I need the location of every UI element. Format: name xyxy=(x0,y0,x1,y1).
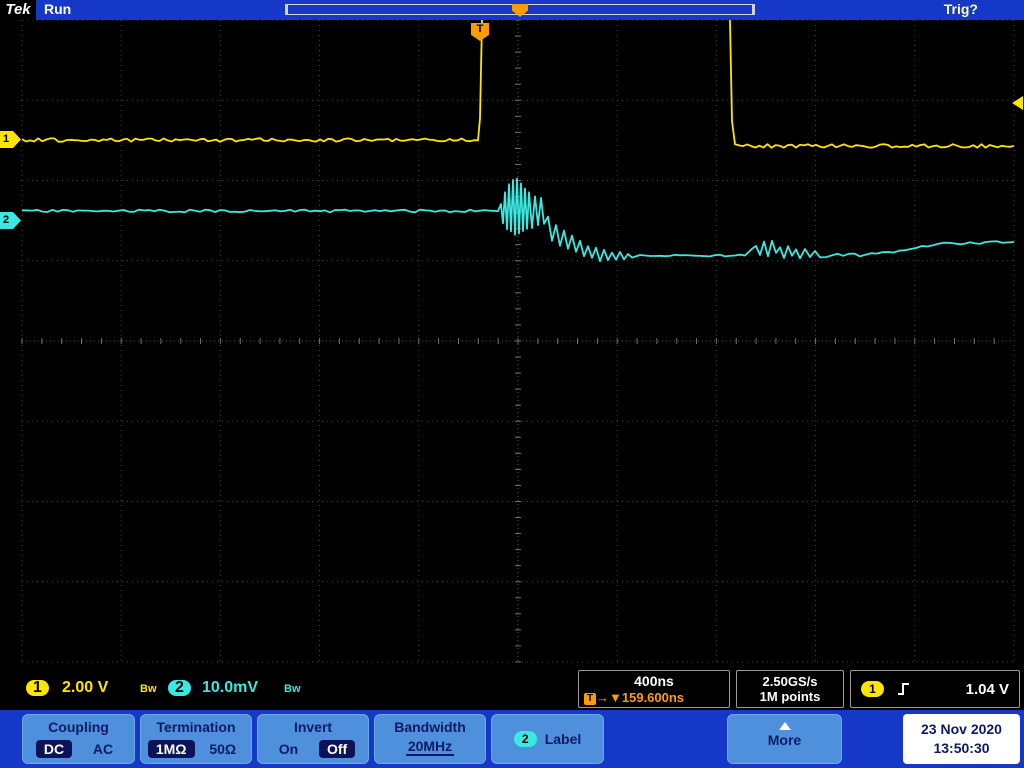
label-channel-badge: 2 xyxy=(513,731,537,747)
date-text: 23 Nov 2020 xyxy=(921,721,1002,737)
trigger-level-arrow-icon xyxy=(1012,96,1023,110)
record-length: 1M points xyxy=(759,689,821,704)
trigger-point-icon: T xyxy=(471,23,489,41)
softkey-menu-bar: Coupling DC AC Termination 1MΩ 50Ω Inver… xyxy=(0,710,1024,768)
more-title: More xyxy=(767,732,802,748)
invert-option-off[interactable]: Off xyxy=(318,740,356,758)
termination-option-50ohm[interactable]: 50Ω xyxy=(201,740,244,758)
trigger-delay-readout: T →▼159.600ns xyxy=(579,690,729,705)
invert-title: Invert xyxy=(293,719,333,735)
time-text: 13:50:30 xyxy=(933,740,990,756)
invert-button[interactable]: Invert On Off xyxy=(257,714,369,764)
horizontal-readout-box: 400ns T →▼159.600ns xyxy=(578,670,730,708)
label-title: Label xyxy=(544,731,582,747)
more-button[interactable]: More xyxy=(727,714,842,764)
ch1-ground-marker: 1 xyxy=(0,131,21,148)
trigger-source-badge: 1 xyxy=(861,681,884,697)
delay-arrows-icon: →▼ xyxy=(596,690,622,705)
rising-edge-slope-icon xyxy=(898,683,909,695)
coupling-option-dc[interactable]: DC xyxy=(35,740,73,758)
label-button[interactable]: 2 Label xyxy=(491,714,604,764)
trigger-state-label: Trig? xyxy=(943,1,978,17)
ch1-scale-readout: 2.00 V xyxy=(62,679,109,696)
acquisition-status: Run xyxy=(44,1,72,17)
oscilloscope-screen: Tek Run Trig? T 1 2 1 2.00 V Bw 2 10.0mV… xyxy=(0,0,1024,768)
ch1-bandwidth-icon: Bw xyxy=(140,683,157,695)
trigger-delay-value: 159.600ns xyxy=(621,690,685,705)
trigger-readout-box: 1 1.04 V xyxy=(850,670,1020,708)
coupling-button[interactable]: Coupling DC AC xyxy=(22,714,135,764)
bandwidth-title: Bandwidth xyxy=(394,719,466,735)
ch2-bandwidth-icon: Bw xyxy=(284,683,301,695)
top-bar: Tek Run Trig? xyxy=(0,0,1024,20)
graticule-and-waveforms xyxy=(21,19,1015,663)
trigger-position-icon xyxy=(512,4,528,17)
sample-rate: 2.50GS/s xyxy=(762,674,818,689)
waveform-ch2 xyxy=(22,177,1014,263)
datetime-display: 23 Nov 2020 13:50:30 xyxy=(903,714,1020,764)
waveform-ch1 xyxy=(22,20,1014,149)
trigger-delay-icon: T xyxy=(584,693,596,705)
bandwidth-button[interactable]: Bandwidth 20MHz xyxy=(374,714,486,764)
coupling-option-ac[interactable]: AC xyxy=(85,740,121,758)
timebase-scale: 400ns xyxy=(634,673,674,689)
invert-option-on[interactable]: On xyxy=(271,740,306,758)
termination-title: Termination xyxy=(156,719,236,735)
coupling-title: Coupling xyxy=(48,719,109,735)
ch2-scale-readout: 10.0mV xyxy=(202,679,259,696)
more-up-icon xyxy=(778,722,791,730)
ch2-ground-marker: 2 xyxy=(0,212,21,229)
ch1-badge: 1 xyxy=(26,680,49,696)
tek-logo: Tek xyxy=(0,0,36,20)
ch2-badge: 2 xyxy=(168,680,191,696)
termination-button[interactable]: Termination 1MΩ 50Ω xyxy=(140,714,252,764)
status-bar: 1 2.00 V Bw 2 10.0mV Bw 400ns T →▼159.600… xyxy=(0,668,1024,710)
trigger-level-readout: 1.04 V xyxy=(965,680,1009,698)
acquisition-readout-box: 2.50GS/s 1M points xyxy=(736,670,844,708)
termination-option-1mohm[interactable]: 1MΩ xyxy=(147,740,195,758)
bandwidth-value: 20MHz xyxy=(405,738,455,756)
